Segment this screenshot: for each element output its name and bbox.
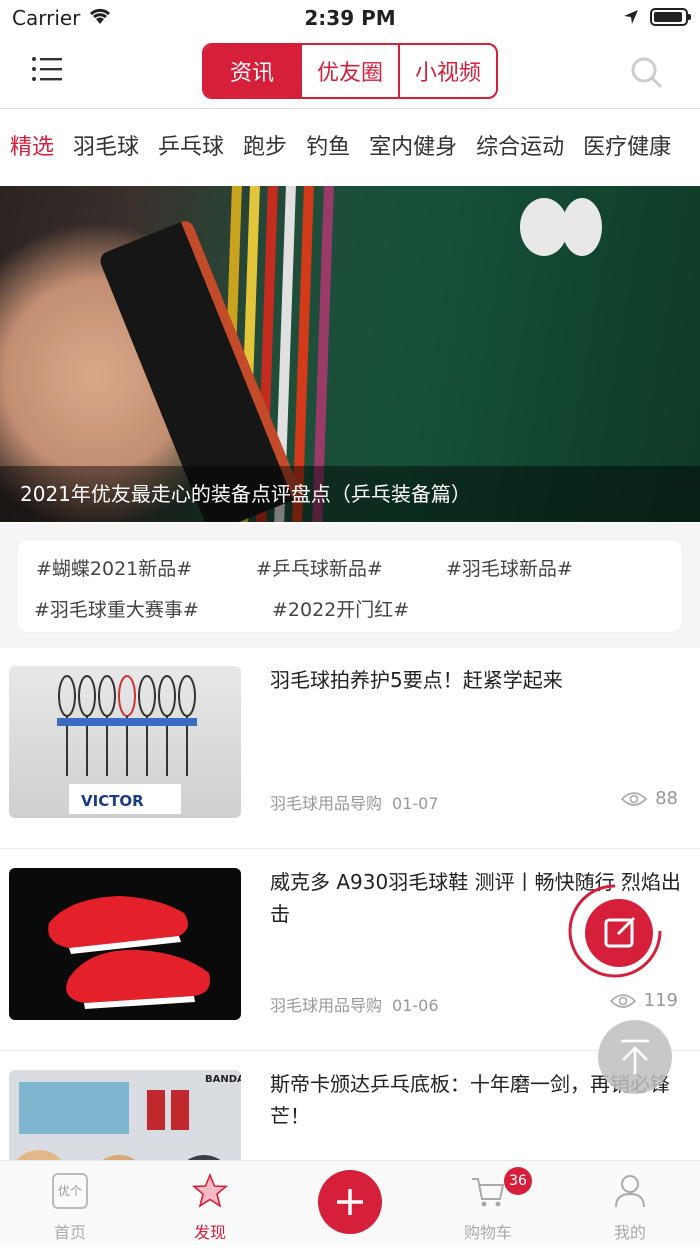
tab-home[interactable]: 优个 首页 (20, 1161, 120, 1245)
segment-videos[interactable]: 小视频 (398, 45, 496, 97)
category-general-sports[interactable]: 综合运动 (476, 110, 564, 186)
banda-logo: BANDA (205, 1074, 241, 1085)
compose-button[interactable] (566, 882, 664, 980)
category-tabs: 精选 羽毛球 乒乓球 跑步 钓鱼 室内健身 综合运动 医疗健康 (0, 110, 700, 186)
article-thumbnail (9, 868, 241, 1020)
tag-2022[interactable]: #2022开门红# (272, 595, 409, 622)
arrow-up-icon (621, 1039, 649, 1074)
article-views: 88 (621, 788, 678, 809)
top-nav: 资讯 优友圈 小视频 (0, 36, 700, 109)
article-date: 01-07 (392, 794, 439, 813)
view-count: 88 (655, 788, 678, 809)
eye-icon (609, 993, 636, 1008)
victor-logo: VICTOR (81, 792, 144, 810)
featured-banner[interactable]: 2021年优友最走心的装备点评盘点（乒乓装备篇） (0, 186, 700, 522)
butterfly-logo (520, 198, 568, 256)
category-badminton[interactable]: 羽毛球 (73, 110, 139, 186)
menu-icon[interactable] (30, 54, 64, 88)
article-date: 01-06 (392, 996, 439, 1015)
post-button[interactable] (318, 1170, 382, 1234)
tab-profile-label: 我的 (613, 1223, 646, 1242)
logo-icon: 优个 (52, 1173, 88, 1209)
tag-badminton-new[interactable]: #羽毛球新品# (446, 554, 573, 581)
battery-icon (650, 8, 691, 26)
category-featured[interactable]: 精选 (10, 110, 54, 186)
status-bar: Carrier 2:39 PM (0, 0, 700, 36)
category-table-tennis[interactable]: 乒乓球 (158, 110, 224, 186)
tab-discover-label: 发现 (193, 1223, 226, 1242)
segment-control: 资讯 优友圈 小视频 (202, 43, 498, 99)
article-source: 羽毛球用品导购 (270, 996, 383, 1015)
article-views: 119 (609, 990, 678, 1011)
plus-icon (337, 1189, 363, 1215)
view-count: 119 (643, 990, 678, 1011)
category-medical-health[interactable]: 医疗健康 (583, 110, 671, 186)
tab-profile[interactable]: 我的 (580, 1161, 680, 1245)
tag-butterfly-2021[interactable]: #蝴蝶2021新品# (36, 554, 192, 581)
status-time: 2:39 PM (304, 6, 396, 30)
tag-badminton-events[interactable]: #羽毛球重大赛事# (34, 595, 199, 622)
segment-news[interactable]: 资讯 (204, 45, 300, 97)
tab-discover[interactable]: 发现 (160, 1161, 260, 1245)
tab-cart-label: 购物车 (463, 1223, 512, 1242)
eye-icon (621, 791, 648, 806)
cart-icon (472, 1178, 505, 1207)
back-to-top-button[interactable] (598, 1020, 672, 1094)
segment-circle[interactable]: 优友圈 (300, 45, 398, 97)
tab-home-label: 首页 (53, 1223, 86, 1242)
tag-table-tennis-new[interactable]: #乒乓球新品# (256, 554, 383, 581)
article-thumbnail: VICTOR (9, 666, 241, 818)
category-fishing[interactable]: 钓鱼 (306, 110, 350, 186)
category-running[interactable]: 跑步 (243, 110, 287, 186)
topic-tags: #蝴蝶2021新品# #乒乓球新品# #羽毛球新品# #羽毛球重大赛事# #20… (18, 540, 682, 632)
article-item[interactable]: VICTOR 羽毛球拍养护5要点！赶紧学起来 羽毛球用品导购 01-07 88 (0, 648, 700, 849)
location-icon (624, 10, 638, 24)
banner-caption: 2021年优友最走心的装备点评盘点（乒乓装备篇） (0, 466, 700, 522)
article-source: 羽毛球用品导购 (270, 794, 383, 813)
profile-icon (615, 1175, 645, 1208)
butterfly-logo (562, 198, 602, 256)
star-icon (192, 1173, 228, 1208)
category-indoor-fitness[interactable]: 室内健身 (369, 110, 457, 186)
article-meta: 羽毛球用品导购 01-06 (270, 992, 439, 1016)
article-title: 羽毛球拍养护5要点！赶紧学起来 (270, 668, 563, 692)
article-meta: 羽毛球用品导购 01-07 (270, 790, 439, 814)
search-icon[interactable] (630, 56, 664, 90)
cart-badge: 36 (504, 1167, 532, 1195)
